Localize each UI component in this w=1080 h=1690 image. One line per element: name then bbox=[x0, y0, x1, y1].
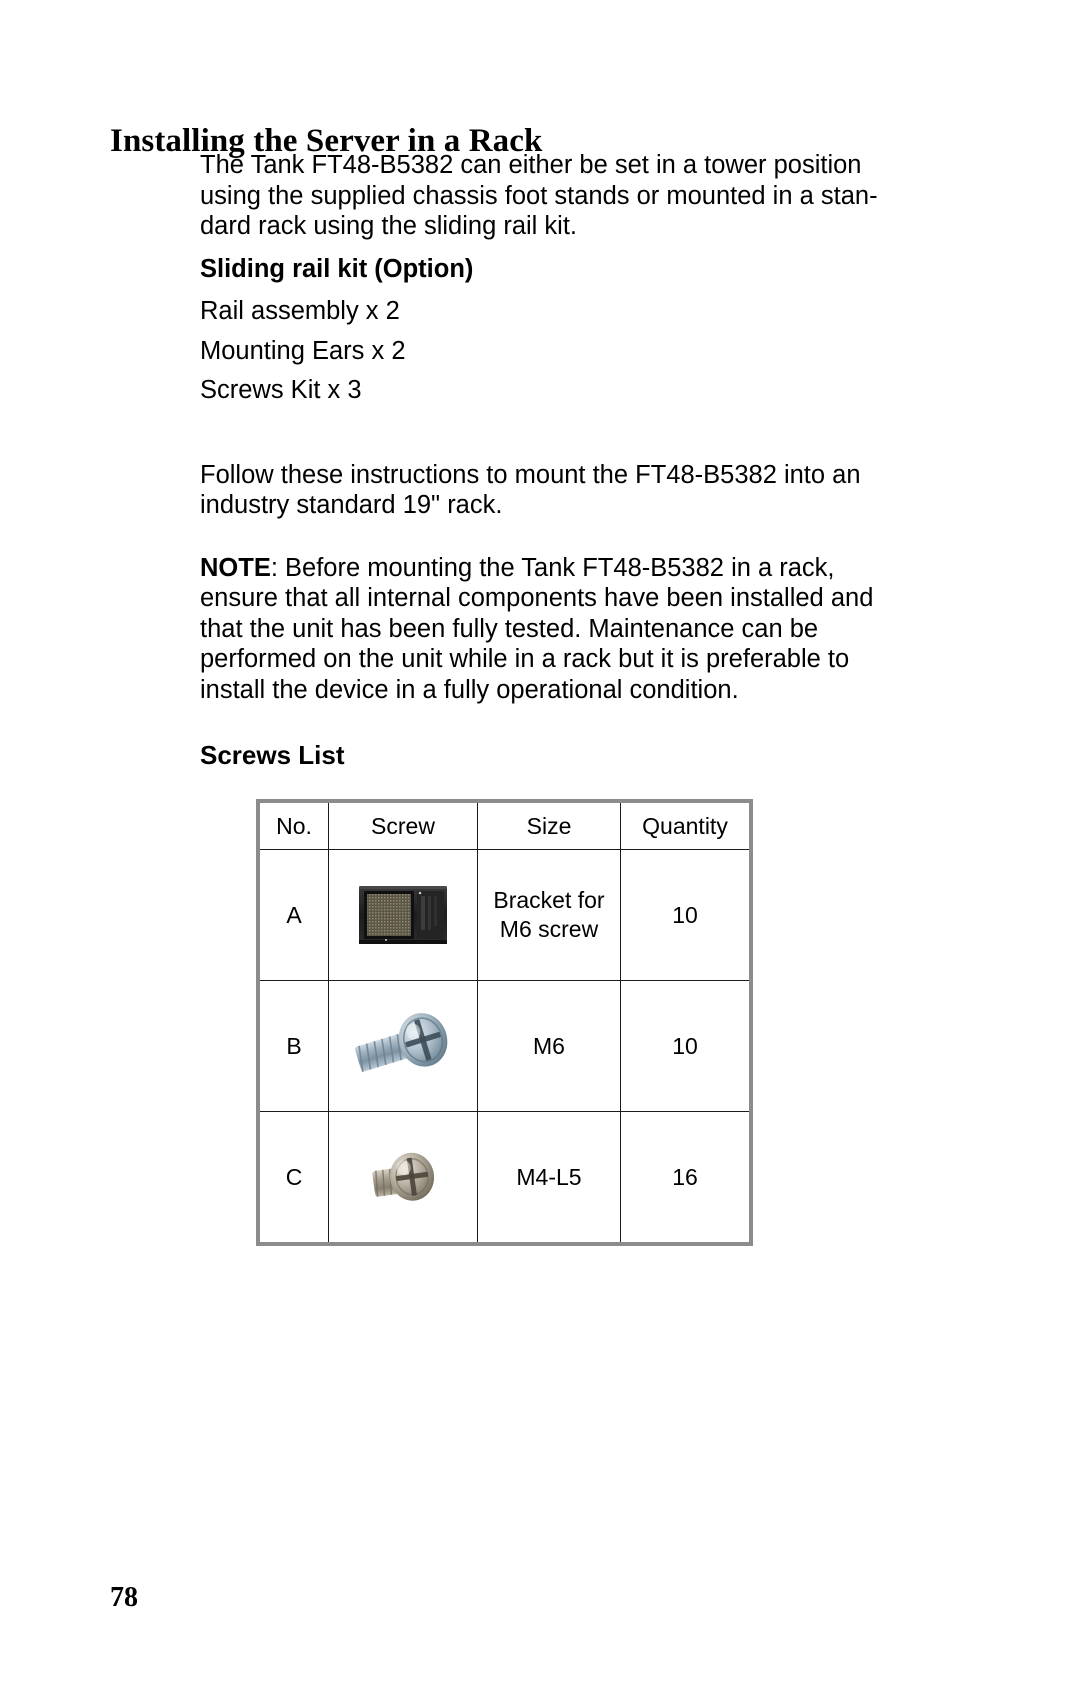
cell-quantity: 16 bbox=[620, 1111, 752, 1245]
m6-pan-head-screw-icon bbox=[354, 1013, 447, 1072]
table-row: C M4-L5 16 bbox=[257, 1111, 752, 1245]
cell-size: M4-L5 bbox=[477, 1111, 621, 1245]
cell-size-line-1: M6 bbox=[533, 1032, 565, 1059]
intro-paragraph-line-2: using the supplied chassis foot stands o… bbox=[200, 181, 878, 210]
note-label: NOTE bbox=[200, 553, 271, 582]
cell-no: A bbox=[257, 849, 329, 981]
note-paragraph-line-5: install the device in a fully operationa… bbox=[200, 675, 739, 704]
instructions-paragraph: Follow these instructions to mount the F… bbox=[200, 460, 890, 521]
screws-list-table-container: No. Screw Size Quantity A Bracket for M6… bbox=[256, 799, 753, 1246]
cell-quantity: 10 bbox=[620, 849, 752, 981]
instructions-paragraph-line-1: Follow these instructions to mount the F… bbox=[200, 460, 861, 489]
table-row: A Bracket for M6 screw 10 bbox=[257, 849, 752, 981]
instructions-paragraph-line-2: industry standard 19" rack. bbox=[200, 491, 503, 519]
intro-paragraph: The Tank FT48-B5382 can either be set in… bbox=[200, 150, 890, 242]
cell-size: M6 bbox=[477, 980, 621, 1112]
table-row: B M6 10 bbox=[257, 980, 752, 1112]
screws-table-head: No. Screw Size Quantity bbox=[257, 800, 752, 850]
document-page: Installing the Server in a Rack The Tank… bbox=[0, 0, 1080, 1690]
column-header-quantity: Quantity bbox=[620, 800, 752, 850]
cell-screw-image bbox=[328, 980, 478, 1112]
table-header-row: No. Screw Size Quantity bbox=[257, 800, 752, 850]
rack-bracket-nut-icon bbox=[359, 886, 447, 944]
cell-size-line-2: M6 screw bbox=[499, 916, 599, 942]
m4-l5-pan-head-screw-icon bbox=[372, 1152, 435, 1201]
rail-kit-item: Rail assembly x 2 bbox=[200, 297, 400, 325]
screws-table-body: A Bracket for M6 screw 10 B M6 10 C M4-L… bbox=[257, 849, 752, 1245]
cell-screw-image bbox=[328, 849, 478, 981]
column-header-no: No. bbox=[257, 800, 329, 850]
rail-kit-item: Mounting Ears x 2 bbox=[200, 336, 406, 365]
note-paragraph-line-1: NOTE: Before mounting the Tank FT48-B538… bbox=[200, 553, 890, 584]
page-number: 78 bbox=[110, 1582, 138, 1613]
rail-kit-item: Screws Kit x 3 bbox=[200, 376, 362, 404]
cell-size-line-1: M4-L5 bbox=[516, 1163, 582, 1190]
note-paragraph-line-2: ensure that all internal components have… bbox=[200, 584, 874, 612]
cell-size-line-1: Bracket for bbox=[493, 887, 605, 913]
cell-no: C bbox=[257, 1111, 329, 1245]
note-paragraph-line-3: that the unit has been fully tested. Mai… bbox=[200, 614, 819, 643]
screws-list-table: No. Screw Size Quantity A Bracket for M6… bbox=[256, 799, 753, 1246]
cell-quantity: 10 bbox=[620, 980, 752, 1112]
screws-list-heading: Screws List bbox=[200, 740, 345, 770]
note-paragraph-line-1-text: : Before mounting the Tank FT48-B5382 in… bbox=[270, 553, 835, 582]
body-content: The Tank FT48-B5382 can either be set in… bbox=[200, 150, 890, 770]
column-header-screw: Screw bbox=[328, 800, 478, 850]
note-paragraph-line-4: performed on the unit while in a rack bu… bbox=[200, 645, 850, 673]
cell-no: B bbox=[257, 980, 329, 1112]
intro-paragraph-line-3: dard rack using the sliding rail kit. bbox=[200, 212, 578, 240]
cell-size: Bracket for M6 screw bbox=[477, 849, 621, 981]
note-paragraph: NOTE: Before mounting the Tank FT48-B538… bbox=[200, 553, 890, 706]
column-header-size: Size bbox=[477, 800, 621, 850]
cell-screw-image bbox=[328, 1111, 478, 1245]
intro-paragraph-line-1: The Tank FT48-B5382 can either be set in… bbox=[200, 151, 862, 179]
sliding-rail-kit-subheading: Sliding rail kit (Option) bbox=[200, 254, 474, 283]
